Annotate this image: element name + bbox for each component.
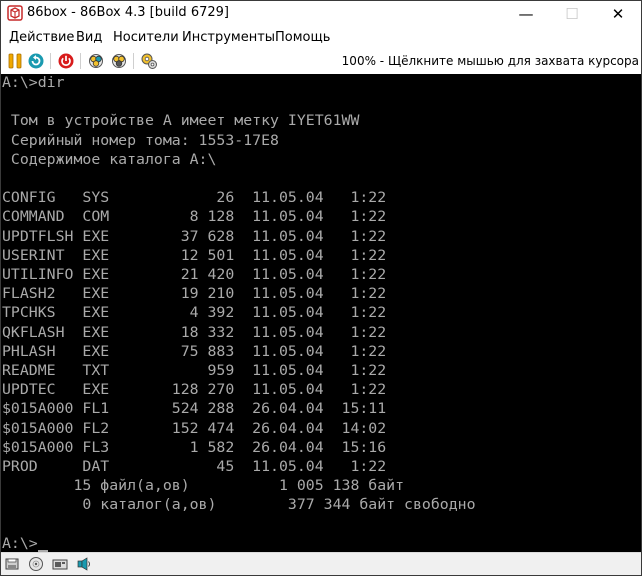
menu-action[interactable]: Действие: [9, 30, 74, 45]
menu-bar: Действие Вид Носители Инструменты Помощь: [1, 26, 641, 48]
ctrl-alt-del-icon[interactable]: [87, 52, 105, 70]
reset-icon[interactable]: [27, 52, 45, 70]
menu-tools[interactable]: Инструменты: [182, 30, 275, 45]
terminal-line: USERINT EXE 12 501 11.05.04 1:22: [2, 247, 387, 264]
sound-icon[interactable]: [76, 556, 92, 572]
terminal-line: PHLASH EXE 75 883 11.05.04 1:22: [2, 343, 387, 360]
terminal-line: $015A000 FL2 152 474 26.04.04 14:02: [2, 420, 387, 437]
terminal-line: UPDTEC EXE 128 270 11.05.04 1:22: [2, 382, 387, 399]
pause-icon[interactable]: [6, 52, 24, 70]
terminal-line: README TXT 959 11.05.04 1:22: [2, 363, 387, 379]
terminal-line: TPCHKS EXE 4 392 11.05.04 1:22: [2, 305, 387, 322]
title-bar[interactable]: 86box - 86Box 4.3 [build 6729] — ☐ ✕: [1, 1, 641, 26]
app-window: 86box - 86Box 4.3 [build 6729] — ☐ ✕ Дей…: [0, 0, 642, 576]
power-off-icon[interactable]: [57, 52, 75, 70]
terminal-line: A:\>dir: [2, 75, 65, 91]
terminal-line: $015A000 FL3 1 582 26.04.04 15:16: [2, 439, 387, 456]
close-icon: ✕: [611, 4, 625, 23]
settings-icon[interactable]: [140, 52, 158, 70]
window-title: 86box - 86Box 4.3 [build 6729]: [27, 5, 229, 20]
terminal-line: 15 файл(а,ов) 1 005 138 байт: [2, 478, 405, 495]
maximize-icon: ☐: [565, 4, 579, 23]
terminal-line: Том в устройстве A имеет метку IYET61WW: [2, 113, 360, 130]
emulator-screen[interactable]: A:\>dir Том в устройстве A имеет метку I…: [1, 74, 641, 552]
terminal-line: PROD DAT 45 11.05.04 1:22: [2, 459, 387, 475]
terminal-line: CONFIG SYS 26 11.05.04 1:22: [2, 190, 387, 207]
ctrl-alt-esc-icon[interactable]: [110, 52, 128, 70]
close-button[interactable]: ✕: [595, 1, 641, 26]
floppy-drive-icon[interactable]: [4, 556, 20, 572]
terminal-line: FLASH2 EXE 19 210 11.05.04 1:22: [2, 286, 387, 303]
toolbar: 100% - Щёлкните мышью для захвата курсор…: [1, 48, 641, 74]
capture-hint: 100% - Щёлкните мышью для захвата курсор…: [341, 54, 639, 68]
maximize-button[interactable]: ☐: [549, 1, 595, 26]
menu-media[interactable]: Носители: [113, 30, 179, 45]
terminal-line: $015A000 FL1 524 288 26.04.04 15:11: [2, 401, 387, 418]
menu-help[interactable]: Помощь: [275, 30, 330, 45]
terminal-line: 0 каталог(а,ов) 377 344 байт свободно: [2, 497, 476, 514]
status-bar: [1, 552, 641, 575]
terminal-line: Серийный номер тома: 1553-17E8: [2, 132, 279, 149]
network-icon[interactable]: [52, 556, 68, 572]
terminal-line: COMMAND COM 8 128 11.05.04 1:22: [2, 209, 387, 226]
terminal-line: A:\>: [2, 535, 38, 552]
toolbar-separator: [50, 53, 51, 69]
menu-view[interactable]: Вид: [76, 30, 102, 45]
toolbar-separator: [80, 53, 81, 69]
terminal-line: UPDTFLSH EXE 37 628 11.05.04 1:22: [2, 228, 387, 245]
minimize-button[interactable]: —: [503, 1, 549, 26]
minimize-icon: —: [518, 4, 534, 23]
terminal-line: UTILINFO EXE 21 420 11.05.04 1:22: [2, 267, 387, 283]
toolbar-separator: [133, 53, 134, 69]
terminal-line: QKFLASH EXE 18 332 11.05.04 1:22: [2, 324, 387, 341]
cdrom-drive-icon[interactable]: [28, 556, 44, 572]
terminal-line: Содержимое каталога A:\: [2, 151, 217, 168]
86box-app-icon: [7, 5, 23, 21]
